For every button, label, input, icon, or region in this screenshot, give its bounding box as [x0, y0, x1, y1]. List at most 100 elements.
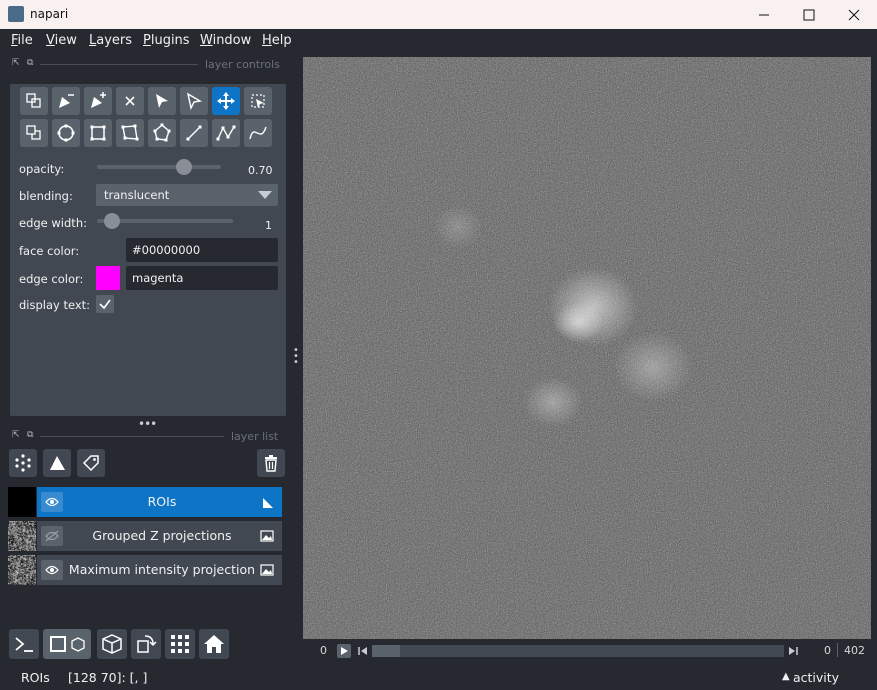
roll-dimensions-button[interactable]: [131, 629, 161, 659]
face-color-label: face color:: [19, 244, 79, 258]
shapes-layer-icon: [260, 495, 274, 509]
new-points-layer-button[interactable]: [9, 449, 37, 477]
float-dock-icon[interactable]: ⇱: [12, 59, 20, 67]
close-dock-icon[interactable]: ⧉: [27, 59, 35, 67]
add-vertex-icon: [88, 91, 108, 111]
maximize-button[interactable]: [786, 0, 832, 29]
microscopy-image: [303, 57, 871, 639]
minimize-button[interactable]: [741, 0, 787, 29]
activity-button[interactable]: activity: [793, 670, 839, 685]
visibility-toggle[interactable]: [41, 560, 63, 580]
layer-row-grouped-z-projections[interactable]: Grouped Z projections: [8, 521, 282, 551]
delete-layer-button[interactable]: [257, 449, 285, 477]
menu-layers[interactable]: Layers: [89, 33, 132, 48]
transform-button[interactable]: [244, 87, 272, 115]
layer-controls-title: layer controls: [205, 58, 280, 71]
window-title: napari: [30, 7, 68, 21]
add-polygon-lasso-button[interactable]: [148, 119, 176, 147]
image-canvas[interactable]: [303, 57, 871, 639]
thumbnail-canvas: [8, 555, 36, 585]
grid-3d-button[interactable]: [97, 629, 127, 659]
edge-width-label: edge width:: [19, 216, 87, 230]
edge-width-slider-handle[interactable]: [104, 213, 120, 229]
step-back-icon[interactable]: [357, 645, 369, 657]
rectangle-icon: [88, 123, 108, 143]
layer-row-rois[interactable]: ROIs: [8, 487, 282, 517]
direct-select-arrow-icon: [184, 91, 204, 111]
grid-view-button[interactable]: [165, 629, 195, 659]
menu-file[interactable]: File: [11, 33, 33, 48]
menu-help[interactable]: Help: [262, 33, 292, 48]
select-arrow-icon: [152, 91, 172, 111]
layer-row-maximum-intensity-projection[interactable]: Maximum intensity projection: [8, 555, 282, 585]
reset-view-button[interactable]: [199, 629, 229, 659]
path-icon: [216, 123, 236, 143]
layer-controls-panel: opacity: 0.70 blending: translucent edge…: [10, 84, 286, 416]
dims-axis-label: 0: [320, 644, 327, 657]
shape-backward-button[interactable]: [20, 119, 48, 147]
add-ellipse-button[interactable]: [52, 119, 80, 147]
panel-splitter-handle[interactable]: •••: [138, 417, 156, 431]
new-labels-layer-button[interactable]: [77, 449, 105, 477]
add-line-button[interactable]: [180, 119, 208, 147]
pan-zoom-button[interactable]: [212, 87, 240, 115]
display-text-label: display text:: [19, 298, 90, 312]
ellipse-icon: [56, 123, 76, 143]
layers-backward-icon: [24, 123, 44, 143]
edge-color-label: edge color:: [19, 272, 83, 286]
layer-row-body[interactable]: Grouped Z projections: [37, 521, 282, 551]
menu-view[interactable]: View: [46, 33, 77, 48]
direct-select-button[interactable]: [180, 87, 208, 115]
layer-row-body[interactable]: ROIs: [37, 487, 282, 517]
add-polyline-button[interactable]: [244, 119, 272, 147]
opacity-value: 0.70: [248, 164, 273, 177]
float-layer-list-icon[interactable]: ⇱: [12, 431, 20, 439]
layer-thumbnail: [8, 555, 36, 585]
status-coordinates: [128 70]: [, ]: [68, 670, 147, 685]
blending-dropdown[interactable]: translucent: [96, 184, 278, 206]
layer-name: Grouped Z projections: [67, 528, 257, 543]
roll-rotate-icon: [135, 633, 157, 655]
add-polygon-button[interactable]: [116, 119, 144, 147]
add-path-button[interactable]: [212, 119, 240, 147]
delete-shape-button[interactable]: [116, 87, 144, 115]
close-button[interactable]: [831, 0, 877, 29]
select-shapes-button[interactable]: [148, 87, 176, 115]
close-layer-list-icon[interactable]: ⧉: [27, 431, 35, 439]
edge-width-value: 1: [265, 219, 272, 232]
dock-splitter-handle[interactable]: • • •: [293, 348, 299, 366]
play-button[interactable]: [337, 644, 351, 658]
menu-window[interactable]: Window: [200, 33, 251, 48]
activity-expand-icon[interactable]: ▲: [782, 671, 790, 682]
opacity-slider[interactable]: [97, 165, 221, 169]
add-vertex-button[interactable]: [84, 87, 112, 115]
new-shapes-layer-button[interactable]: [43, 449, 71, 477]
opacity-slider-handle[interactable]: [176, 159, 192, 175]
shape-forward-button[interactable]: [20, 87, 48, 115]
edge-color-input[interactable]: magenta: [126, 266, 278, 290]
transform-icon: [248, 91, 268, 111]
face-color-value: #00000000: [132, 243, 200, 257]
visibility-toggle[interactable]: [41, 492, 63, 512]
layer-row-body[interactable]: Maximum intensity projection: [37, 555, 282, 585]
dims-slider-handle[interactable]: [372, 645, 400, 657]
face-color-input[interactable]: #00000000: [126, 238, 278, 262]
toggle-ndisplay-button[interactable]: [43, 629, 91, 659]
polygon-lasso-icon: [152, 123, 172, 143]
checkmark-icon: [96, 295, 114, 313]
dims-separator: [837, 643, 838, 657]
menu-plugins[interactable]: Plugins: [143, 33, 190, 48]
status-bar: ROIs [128 70]: [, ] ▲ activity: [0, 666, 877, 690]
edge-color-swatch[interactable]: [96, 266, 120, 290]
visibility-toggle[interactable]: [41, 526, 63, 546]
image-layer-icon: [260, 529, 274, 543]
remove-vertex-button[interactable]: [52, 87, 80, 115]
step-forward-icon[interactable]: [787, 645, 799, 657]
points-icon: [13, 453, 33, 473]
display-text-checkbox[interactable]: [96, 295, 114, 313]
add-rectangle-button[interactable]: [84, 119, 112, 147]
console-button[interactable]: [9, 629, 39, 659]
dims-slider-track[interactable]: [372, 645, 784, 657]
image-layer-icon: [260, 563, 274, 577]
status-layer-name: ROIs: [21, 670, 50, 685]
